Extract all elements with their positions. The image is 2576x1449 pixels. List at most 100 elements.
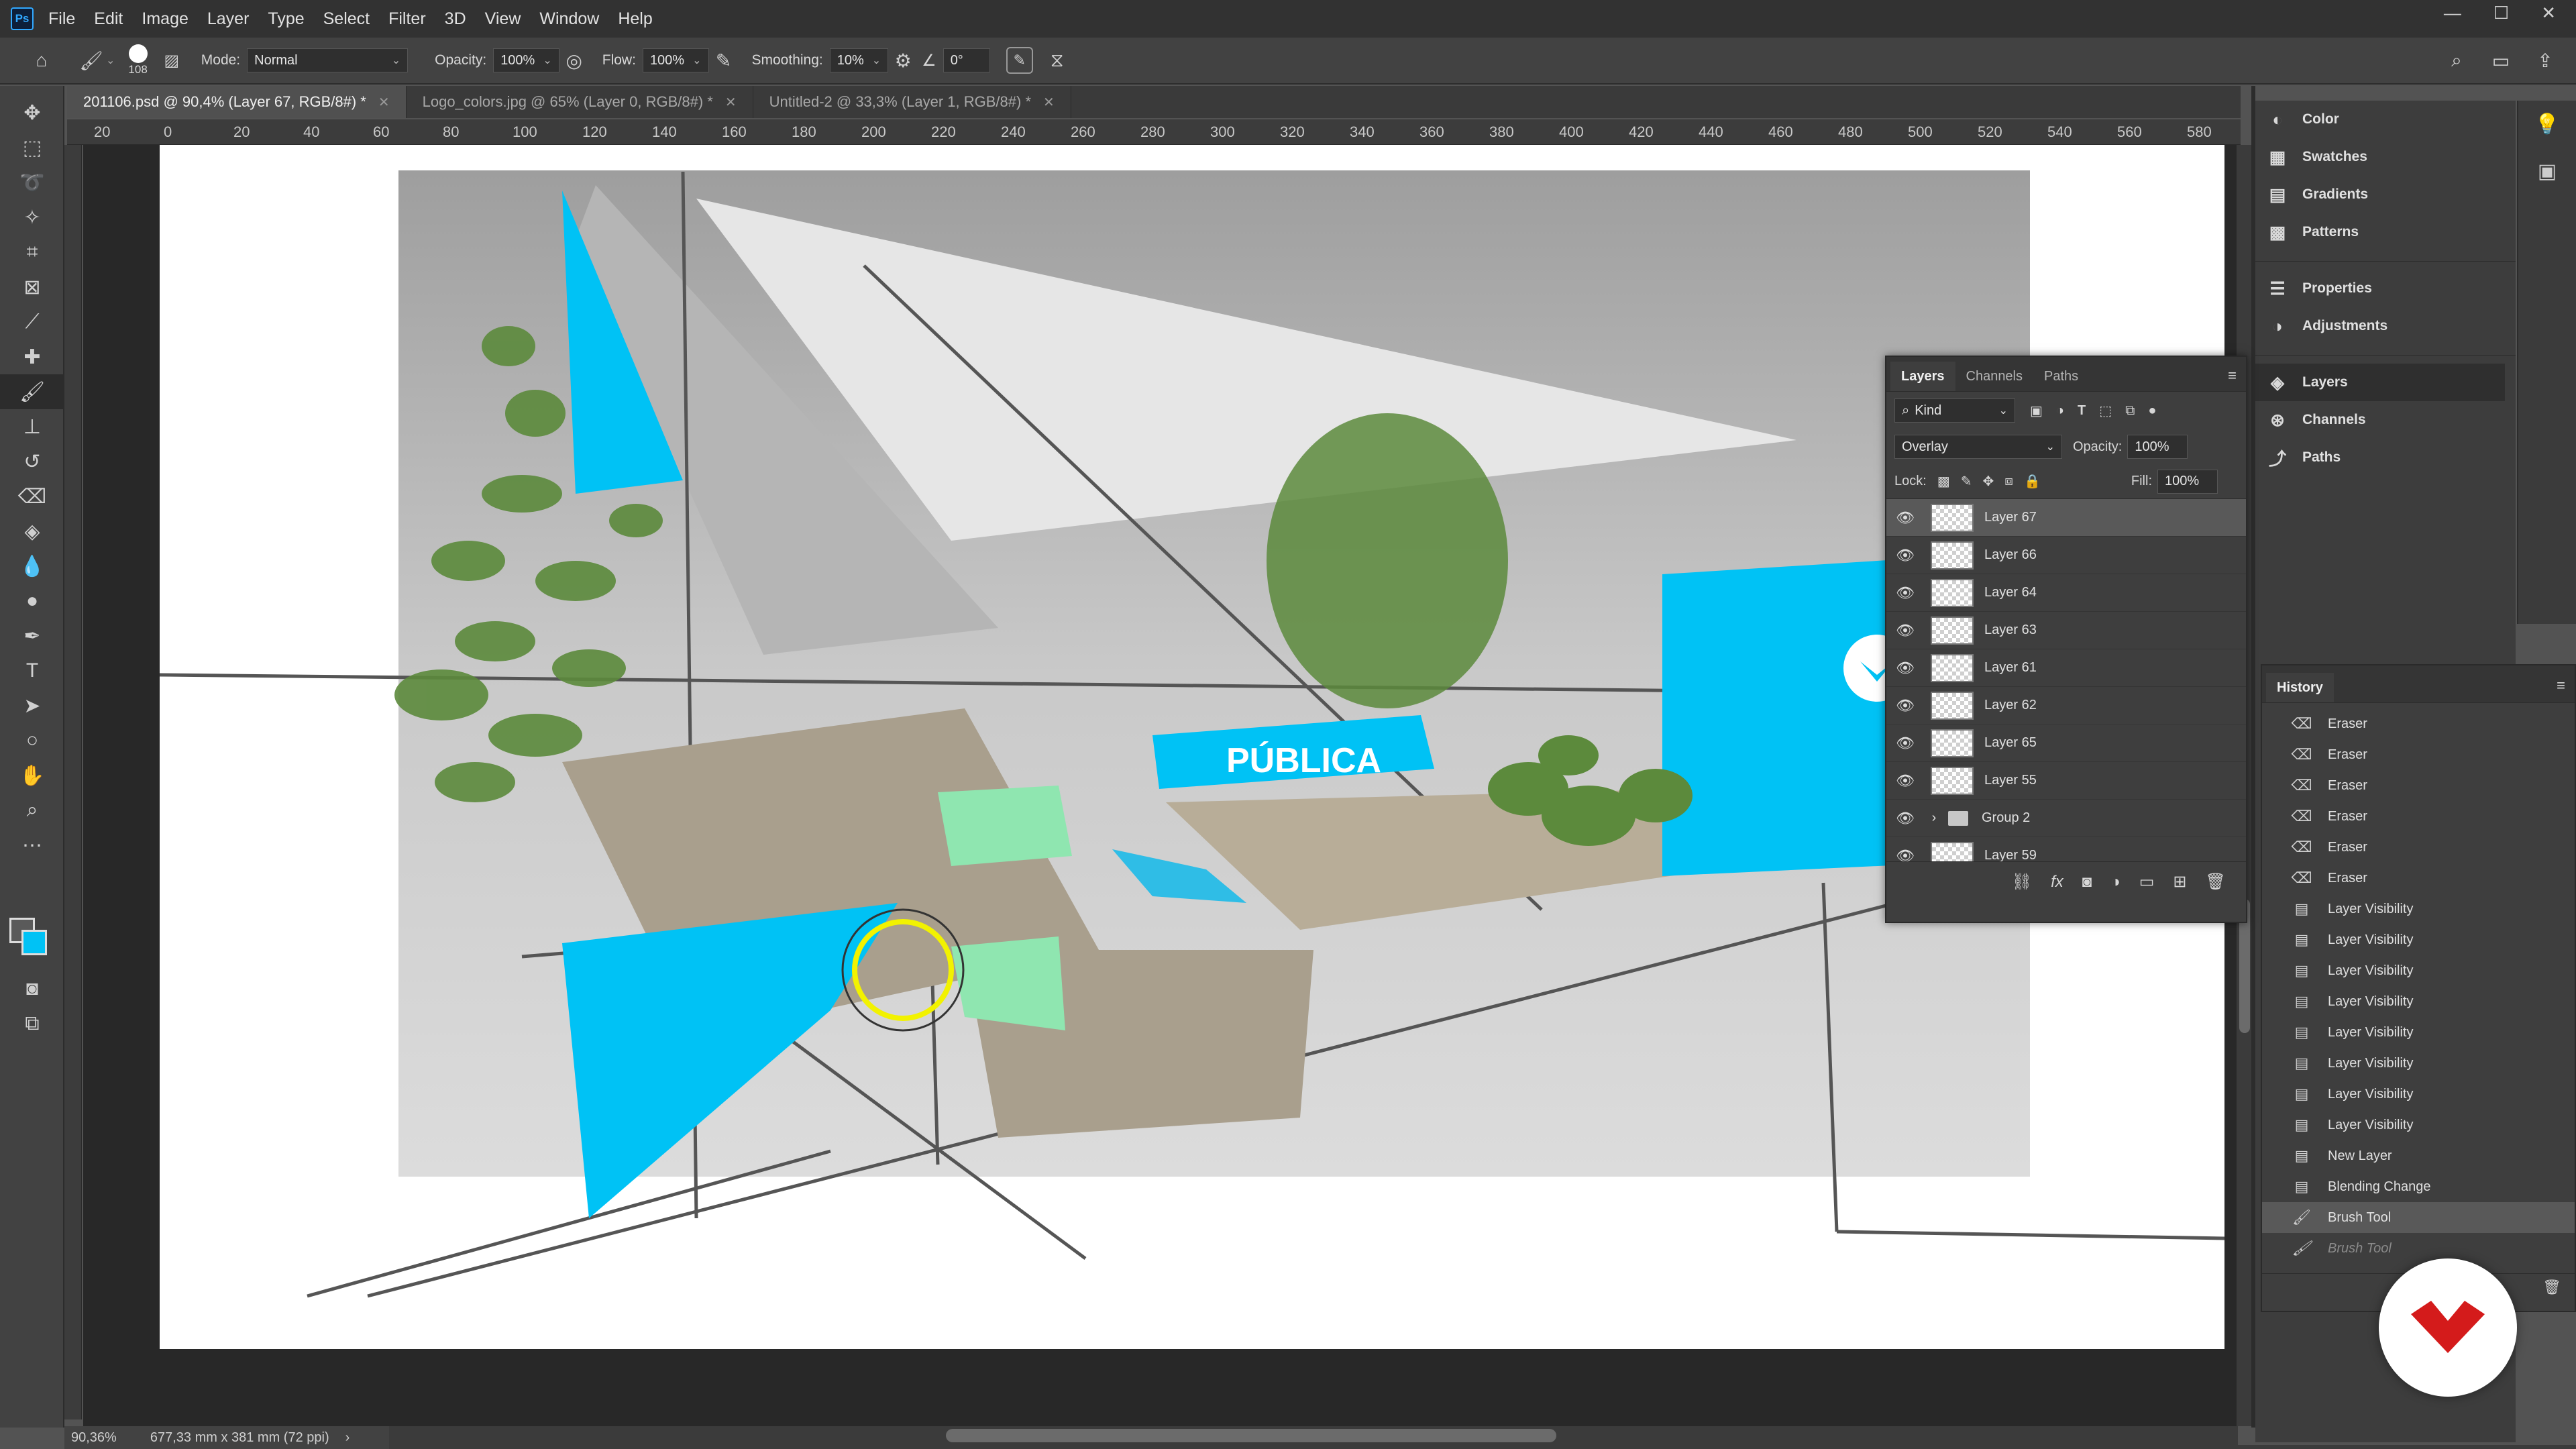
close-icon[interactable]: ✕ bbox=[725, 94, 737, 111]
history-step[interactable]: ⌫ Eraser bbox=[2262, 832, 2575, 863]
visibility-eye-icon[interactable]: 👁 bbox=[1886, 847, 1924, 862]
fx-icon[interactable]: fx bbox=[2051, 873, 2063, 892]
symmetry-icon[interactable]: ⧖ bbox=[1042, 46, 1072, 75]
menu-type[interactable]: Type bbox=[268, 9, 304, 29]
more-tools-icon[interactable]: ⋯ bbox=[0, 828, 64, 863]
filter-type-icon[interactable]: T bbox=[2078, 403, 2086, 419]
lock-artboard-icon[interactable]: ⧈ bbox=[2004, 474, 2013, 489]
history-step[interactable]: ▤ New Layer bbox=[2262, 1140, 2575, 1171]
tab-channels[interactable]: Channels bbox=[1955, 362, 2034, 391]
move-tool-icon[interactable]: ✥ bbox=[0, 95, 64, 130]
visibility-eye-icon[interactable]: 👁 bbox=[1886, 622, 1924, 639]
menu-help[interactable]: Help bbox=[618, 9, 652, 29]
history-step[interactable]: ▤ Layer Visibility bbox=[2262, 924, 2575, 955]
history-step[interactable]: ▤ Layer Visibility bbox=[2262, 1079, 2575, 1110]
lock-position-icon[interactable]: ✥ bbox=[1982, 473, 1994, 490]
history-step[interactable]: 🖌 Brush Tool bbox=[2262, 1233, 2575, 1264]
menu-select[interactable]: Select bbox=[323, 9, 370, 29]
close-icon[interactable]: ✕ bbox=[378, 94, 390, 111]
lasso-tool-icon[interactable]: ➰ bbox=[0, 165, 64, 200]
dock-item-adjustments[interactable]: ◑ Adjustments bbox=[2255, 307, 2516, 345]
history-step[interactable]: ⌫ Eraser bbox=[2262, 739, 2575, 770]
brush-preset-icon[interactable]: 🖌 bbox=[76, 46, 106, 75]
menu-layer[interactable]: Layer bbox=[207, 9, 250, 29]
history-step[interactable]: 🖌 Brush Tool bbox=[2262, 1202, 2575, 1233]
frame-tool-icon[interactable]: ⊠ bbox=[0, 270, 64, 305]
layer-row[interactable]: 👁 Layer 67 bbox=[1886, 499, 2246, 537]
tab-document-1[interactable]: 201106.psd @ 90,4% (Layer 67, RGB/8#) * … bbox=[67, 86, 407, 118]
close-icon[interactable]: ✕ bbox=[1043, 94, 1055, 111]
filter-shape-icon[interactable]: ⬚ bbox=[2099, 402, 2112, 419]
filter-pixel-icon[interactable]: ▣ bbox=[2030, 402, 2043, 419]
close-icon[interactable]: ✕ bbox=[2541, 3, 2556, 23]
history-step[interactable]: ▤ Layer Visibility bbox=[2262, 955, 2575, 986]
gear-icon[interactable]: ⚙ bbox=[888, 46, 918, 75]
smoothing-field[interactable]: 10% ⌄ bbox=[829, 48, 889, 72]
dock-item-paths[interactable]: ⤴ Paths bbox=[2255, 439, 2516, 476]
paint-bucket-tool-icon[interactable]: ◈ bbox=[0, 514, 64, 549]
menu-3d[interactable]: 3D bbox=[445, 9, 466, 29]
blur-tool-icon[interactable]: 💧 bbox=[0, 549, 64, 584]
chevron-right-icon[interactable]: › bbox=[1924, 810, 1944, 826]
type-tool-icon[interactable]: T bbox=[0, 653, 64, 688]
history-step[interactable]: ⌫ Eraser bbox=[2262, 801, 2575, 832]
quick-mask-icon[interactable]: ◙ bbox=[0, 971, 64, 1006]
layer-row[interactable]: 👁 Layer 66 bbox=[1886, 537, 2246, 574]
link-layers-icon[interactable]: ⛓ bbox=[2012, 872, 2032, 892]
learn-icon[interactable]: 💡 bbox=[2518, 101, 2576, 148]
history-step[interactable]: ▤ Layer Visibility bbox=[2262, 1017, 2575, 1048]
clone-stamp-tool-icon[interactable]: ⊥ bbox=[0, 409, 64, 444]
menu-filter[interactable]: Filter bbox=[388, 9, 426, 29]
add-mask-icon[interactable]: ◙ bbox=[2082, 873, 2092, 892]
history-step[interactable]: ▤ Layer Visibility bbox=[2262, 894, 2575, 924]
flow-field[interactable]: 100% ⌄ bbox=[642, 48, 709, 72]
menu-file[interactable]: File bbox=[48, 9, 75, 29]
dock-item-gradients[interactable]: ▤ Gradients bbox=[2255, 176, 2516, 213]
fill-field[interactable]: 100% bbox=[2157, 469, 2218, 494]
chevron-right-icon[interactable]: › bbox=[345, 1430, 350, 1446]
visibility-eye-icon[interactable]: 👁 bbox=[1886, 810, 1924, 827]
healing-brush-tool-icon[interactable]: ✚ bbox=[0, 339, 64, 374]
history-step[interactable]: ▤ Blending Change bbox=[2262, 1171, 2575, 1202]
dock-item-channels[interactable]: ⊛ Channels bbox=[2255, 401, 2516, 439]
search-icon[interactable]: ⌕ bbox=[2442, 46, 2471, 75]
brush-settings-icon[interactable]: ▨ bbox=[157, 46, 186, 75]
visibility-eye-icon[interactable]: 👁 bbox=[1886, 735, 1924, 752]
layer-row[interactable]: 👁 Layer 62 bbox=[1886, 687, 2246, 724]
ellipse-tool-icon[interactable]: ○ bbox=[0, 723, 64, 758]
history-brush-tool-icon[interactable]: ↺ bbox=[0, 444, 64, 479]
hand-tool-icon[interactable]: ✋ bbox=[0, 758, 64, 793]
background-color-swatch[interactable] bbox=[21, 930, 47, 955]
blend-mode-dropdown[interactable]: Overlay ⌄ bbox=[1894, 435, 2062, 459]
trash-icon[interactable]: 🗑 bbox=[2542, 1279, 2561, 1296]
workspace-icon[interactable]: ▭ bbox=[2486, 46, 2516, 75]
visibility-eye-icon[interactable]: 👁 bbox=[1886, 547, 1924, 564]
opacity-field[interactable]: 100% ⌄ bbox=[493, 48, 559, 72]
filter-smart-object-icon[interactable]: ⧉ bbox=[2125, 403, 2135, 419]
layer-row[interactable]: 👁 Layer 65 bbox=[1886, 724, 2246, 762]
history-step[interactable]: ▤ Layer Visibility bbox=[2262, 1110, 2575, 1140]
filter-adjustment-icon[interactable]: ◑ bbox=[2056, 403, 2064, 419]
menu-window[interactable]: Window bbox=[539, 9, 599, 29]
history-step[interactable]: ▤ Layer Visibility bbox=[2262, 986, 2575, 1017]
tab-document-3[interactable]: Untitled-2 @ 33,3% (Layer 1, RGB/8#) * ✕ bbox=[753, 86, 1071, 118]
menu-view[interactable]: View bbox=[485, 9, 521, 29]
minimize-icon[interactable]: — bbox=[2444, 3, 2461, 23]
group-row[interactable]: 👁 › Group 2 bbox=[1886, 800, 2246, 837]
chevron-down-icon[interactable]: ⌄ bbox=[106, 54, 115, 67]
layer-opacity-field[interactable]: 100% bbox=[2127, 435, 2188, 459]
mode-dropdown[interactable]: Normal ⌄ bbox=[247, 48, 409, 72]
tab-history[interactable]: History bbox=[2266, 673, 2334, 702]
libraries-icon[interactable]: ▣ bbox=[2518, 148, 2576, 195]
history-step[interactable]: ▤ Layer Visibility bbox=[2262, 1048, 2575, 1079]
color-swatches[interactable] bbox=[9, 918, 50, 958]
menu-edit[interactable]: Edit bbox=[94, 9, 123, 29]
layer-row[interactable]: 👁 Layer 55 bbox=[1886, 762, 2246, 800]
brush-size-picker[interactable]: 108 bbox=[128, 44, 148, 76]
panel-menu-icon[interactable]: ≡ bbox=[2228, 367, 2237, 384]
tab-document-2[interactable]: Logo_colors.jpg @ 65% (Layer 0, RGB/8#) … bbox=[406, 86, 753, 118]
tab-paths[interactable]: Paths bbox=[2033, 362, 2089, 391]
zoom-tool-icon[interactable]: ⌕ bbox=[0, 793, 64, 828]
layer-row[interactable]: 👁 Layer 64 bbox=[1886, 574, 2246, 612]
lock-all-icon[interactable]: 🔒 bbox=[2024, 473, 2041, 490]
